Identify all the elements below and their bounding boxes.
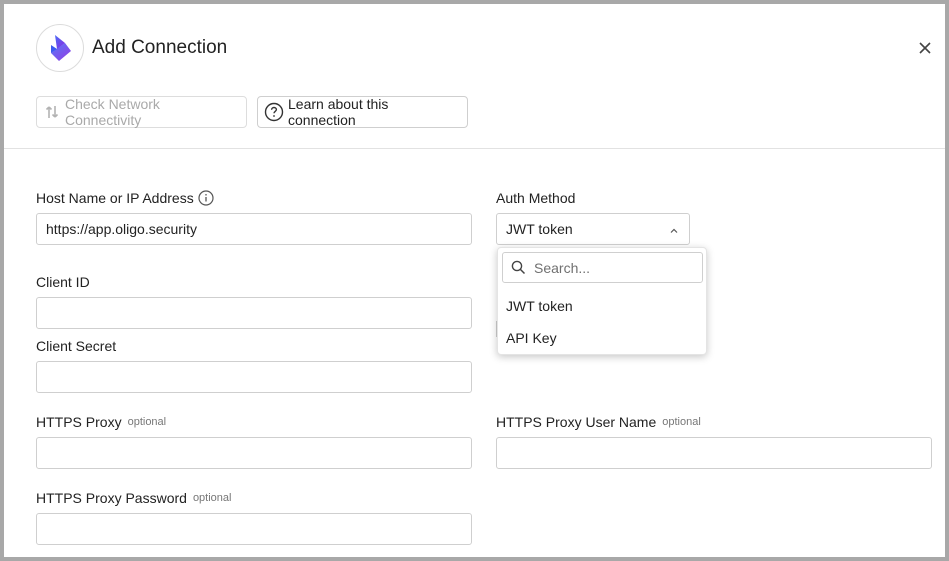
add-connection-dialog: Add Connection Check Network Connectivit… (4, 4, 945, 557)
dialog-title: Add Connection (92, 37, 228, 58)
host-input[interactable]: https://app.oligo.security (36, 213, 472, 245)
dropdown-option-jwt-token[interactable]: JWT token (506, 298, 573, 314)
client-id-input[interactable] (36, 297, 472, 329)
auth-method-dropdown: JWT token API Key (497, 247, 707, 355)
https-proxy-user-label: HTTPS Proxy User Name optional (496, 414, 701, 430)
https-proxy-password-label: HTTPS Proxy Password optional (36, 490, 232, 506)
check-network-label: Check Network Connectivity (65, 96, 160, 128)
close-icon[interactable] (915, 38, 935, 58)
optional-tag: optional (127, 416, 167, 428)
dropdown-search-input[interactable] (534, 259, 694, 276)
dialog-header: Add Connection Check Network Connectivit… (4, 4, 945, 149)
brand-logo (36, 24, 84, 72)
network-arrows-icon (43, 103, 61, 121)
chevron-up-icon (669, 223, 679, 239)
dropdown-option-api-key[interactable]: API Key (506, 330, 557, 346)
check-network-button[interactable]: Check Network Connectivity (36, 96, 247, 128)
host-label: Host Name or IP Address (36, 190, 214, 206)
optional-tag: optional (192, 492, 232, 504)
dropdown-search-box[interactable] (502, 252, 703, 283)
auth-method-value: JWT token (506, 221, 573, 237)
optional-tag: optional (662, 416, 701, 428)
learn-label: Learn about this connection (288, 96, 389, 128)
oligo-logo-icon (51, 35, 71, 61)
https-proxy-label: HTTPS Proxy optional (36, 414, 167, 430)
learn-about-connection-button[interactable]: Learn about this connection (257, 96, 468, 128)
client-secret-input[interactable] (36, 361, 472, 393)
https-proxy-user-input[interactable] (496, 437, 932, 469)
info-icon[interactable] (198, 190, 214, 206)
search-icon (511, 260, 526, 275)
https-proxy-input[interactable] (36, 437, 472, 469)
auth-method-label: Auth Method (496, 190, 576, 206)
question-circle-icon (264, 102, 284, 122)
https-proxy-password-input[interactable] (36, 513, 472, 545)
auth-method-select[interactable]: JWT token (496, 213, 690, 245)
client-id-label: Client ID (36, 274, 90, 290)
client-secret-label: Client Secret (36, 338, 117, 354)
